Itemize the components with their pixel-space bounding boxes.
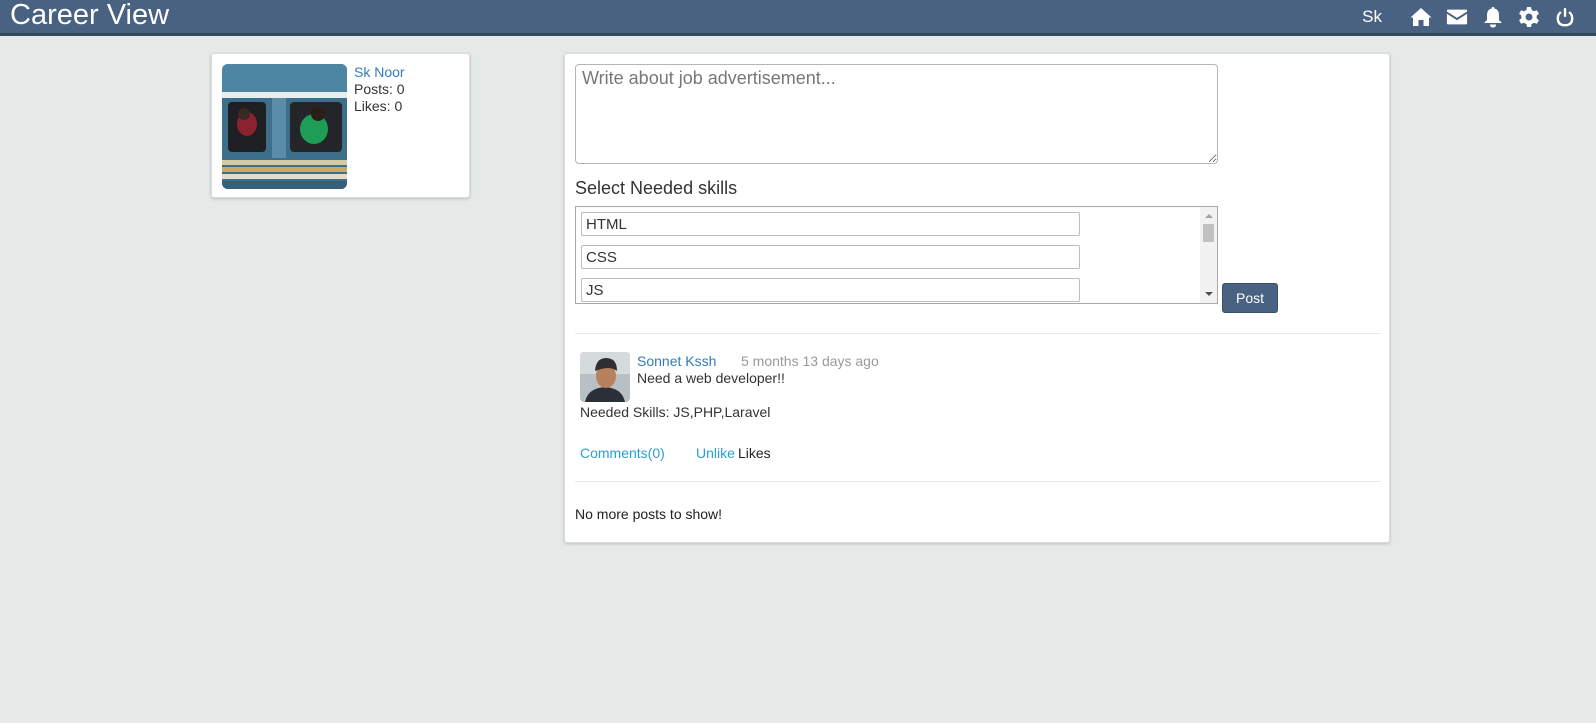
author-name-link[interactable]: Sonnet Kssh (637, 353, 716, 369)
divider (575, 481, 1381, 482)
gear-icon[interactable] (1518, 6, 1540, 28)
profile-photo[interactable] (222, 64, 347, 189)
scroll-thumb[interactable] (1203, 224, 1214, 242)
profile-posts-count: Posts: 0 (354, 81, 405, 97)
main-panel: Select Needed skills Post Sonnet Kssh 5 … (564, 53, 1390, 543)
scroll-down-arrow-icon[interactable] (1205, 292, 1213, 296)
comments-link[interactable]: Comments(0) (580, 445, 665, 461)
likes-label: Likes (738, 445, 771, 461)
skill-option-css[interactable] (581, 245, 1080, 269)
profile-likes-count: Likes: 0 (354, 98, 403, 114)
user-initials[interactable]: Sk (1362, 7, 1382, 27)
author-avatar[interactable] (580, 352, 630, 402)
brand-title[interactable]: Career View (10, 0, 169, 32)
top-navbar: Career View Sk (0, 0, 1596, 36)
scroll-up-arrow-icon[interactable] (1205, 214, 1213, 218)
end-of-feed-message: No more posts to show! (575, 506, 723, 522)
envelope-icon[interactable] (1446, 6, 1468, 28)
profile-info: Sk Noor Posts: 0 Likes: 0 (354, 64, 405, 115)
home-icon[interactable] (1410, 6, 1432, 28)
post-timestamp: 5 months 13 days ago (741, 353, 879, 369)
post-needed-skills: Needed Skills: JS,PHP,Laravel (580, 404, 771, 420)
profile-card: Sk Noor Posts: 0 Likes: 0 (211, 53, 470, 198)
unlike-link[interactable]: Unlike (696, 445, 735, 461)
feed-post: Sonnet Kssh 5 months 13 days ago Need a … (580, 352, 1370, 472)
skill-option-html[interactable] (581, 212, 1080, 236)
skills-listbox[interactable] (575, 206, 1218, 304)
profile-name-link[interactable]: Sk Noor (354, 64, 405, 80)
power-icon[interactable] (1554, 6, 1576, 28)
bell-icon[interactable] (1482, 6, 1504, 28)
divider (575, 333, 1381, 334)
nav-menu: Sk (1362, 0, 1576, 33)
job-post-textarea[interactable] (575, 64, 1218, 164)
skills-label: Select Needed skills (575, 178, 738, 198)
post-button[interactable]: Post (1222, 283, 1278, 313)
skill-option-js[interactable] (581, 278, 1080, 302)
skills-scrollbar[interactable] (1200, 207, 1217, 303)
post-text: Need a web developer!! (637, 370, 785, 386)
